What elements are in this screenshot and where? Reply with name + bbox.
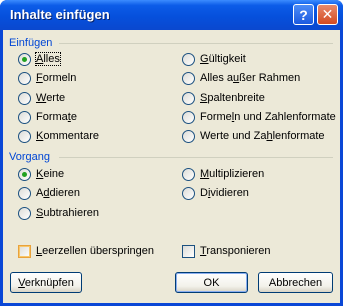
help-icon: ? <box>299 6 308 23</box>
radio-dividieren[interactable]: Dividieren <box>182 185 249 201</box>
radio-alles[interactable]: Alles <box>18 51 61 67</box>
radio-multiplizieren[interactable]: Multiplizieren <box>182 166 264 182</box>
radio-spaltenbreite-indicator[interactable] <box>182 91 195 105</box>
radio-werte-zahlenformate-label: Werte und Zahlenformate <box>200 130 325 142</box>
radio-werte-label: Werte <box>36 92 66 104</box>
dialog-title: Inhalte einfügen <box>10 7 110 22</box>
section-operation-divider <box>59 157 333 158</box>
radio-alles-indicator[interactable] <box>18 52 31 66</box>
radio-gueltigkeit[interactable]: Gültigkeit <box>182 51 246 67</box>
checkbox-leerzellen[interactable]: Leerzellen überspringen <box>18 243 154 259</box>
radio-multiplizieren-label: Multiplizieren <box>200 168 265 180</box>
radio-formeln-zahlenformate-indicator[interactable] <box>182 110 195 124</box>
radio-keine[interactable]: Keine <box>18 166 64 182</box>
help-button[interactable]: ? <box>293 4 314 25</box>
radio-kommentare-indicator[interactable] <box>18 129 31 143</box>
radio-kommentare-label: Kommentare <box>36 130 99 142</box>
checkbox-transponieren-label: Transponieren <box>200 245 271 257</box>
radio-subtrahieren-indicator[interactable] <box>18 206 31 220</box>
radio-formeln-zahlenformate-label: Formeln und Zahlenformate <box>200 111 336 123</box>
radio-keine-label: Keine <box>36 168 65 180</box>
checkbox-transponieren-box[interactable] <box>182 244 195 258</box>
link-button[interactable]: Verknüpfen <box>10 272 82 293</box>
link-button-label: Verknüpfen <box>18 276 74 289</box>
radio-dividieren-indicator[interactable] <box>182 186 195 200</box>
radio-formate-label: Formate <box>36 111 77 123</box>
radio-keine-indicator[interactable] <box>18 167 31 181</box>
radio-gueltigkeit-label: Gültigkeit <box>200 53 246 65</box>
radio-dividieren-label: Dividieren <box>200 187 249 199</box>
checkbox-transponieren[interactable]: Transponieren <box>182 243 271 259</box>
radio-formate-indicator[interactable] <box>18 110 31 124</box>
checkbox-leerzellen-box[interactable] <box>18 244 31 258</box>
checkbox-leerzellen-label: Leerzellen überspringen <box>36 245 155 257</box>
radio-formeln[interactable]: Formeln <box>18 70 76 86</box>
radio-werte-zahlenformate-indicator[interactable] <box>182 129 195 143</box>
dialog-body: Einfügen Alles Formeln Werte Formate Kom… <box>3 30 340 303</box>
radio-alles-ausser-rahmen[interactable]: Alles außer Rahmen <box>182 70 300 86</box>
radio-alles-ausser-rahmen-label: Alles außer Rahmen <box>200 72 301 84</box>
radio-formeln-zahlenformate[interactable]: Formeln und Zahlenformate <box>182 109 336 125</box>
radio-subtrahieren-label: Subtrahieren <box>36 207 99 219</box>
radio-alles-label: Alles <box>35 52 61 66</box>
radio-formeln-label: Formeln <box>36 72 77 84</box>
radio-gueltigkeit-indicator[interactable] <box>182 52 195 66</box>
ok-button[interactable]: OK <box>175 272 248 293</box>
section-paste-divider <box>59 43 333 44</box>
section-paste-label: Einfügen <box>9 37 53 49</box>
paste-special-dialog: Inhalte einfügen ? ✕ Einfügen Alles Form… <box>0 0 343 306</box>
radio-addieren-indicator[interactable] <box>18 186 31 200</box>
radio-subtrahieren[interactable]: Subtrahieren <box>18 205 99 221</box>
section-operation-label: Vorgang <box>9 151 50 163</box>
radio-spaltenbreite-label: Spaltenbreite <box>200 92 265 104</box>
radio-multiplizieren-indicator[interactable] <box>182 167 195 181</box>
radio-werte-zahlenformate[interactable]: Werte und Zahlenformate <box>182 128 325 144</box>
radio-spaltenbreite[interactable]: Spaltenbreite <box>182 90 265 106</box>
radio-kommentare[interactable]: Kommentare <box>18 128 99 144</box>
close-icon: ✕ <box>321 6 334 22</box>
radio-addieren[interactable]: Addieren <box>18 185 80 201</box>
close-button[interactable]: ✕ <box>317 4 338 25</box>
radio-addieren-label: Addieren <box>36 187 81 199</box>
radio-alles-ausser-rahmen-indicator[interactable] <box>182 71 195 85</box>
radio-formate[interactable]: Formate <box>18 109 77 125</box>
title-bar[interactable]: Inhalte einfügen ? ✕ <box>0 0 343 30</box>
radio-werte-indicator[interactable] <box>18 91 31 105</box>
radio-werte[interactable]: Werte <box>18 90 65 106</box>
radio-formeln-indicator[interactable] <box>18 71 31 85</box>
cancel-button[interactable]: Abbrechen <box>258 272 333 293</box>
